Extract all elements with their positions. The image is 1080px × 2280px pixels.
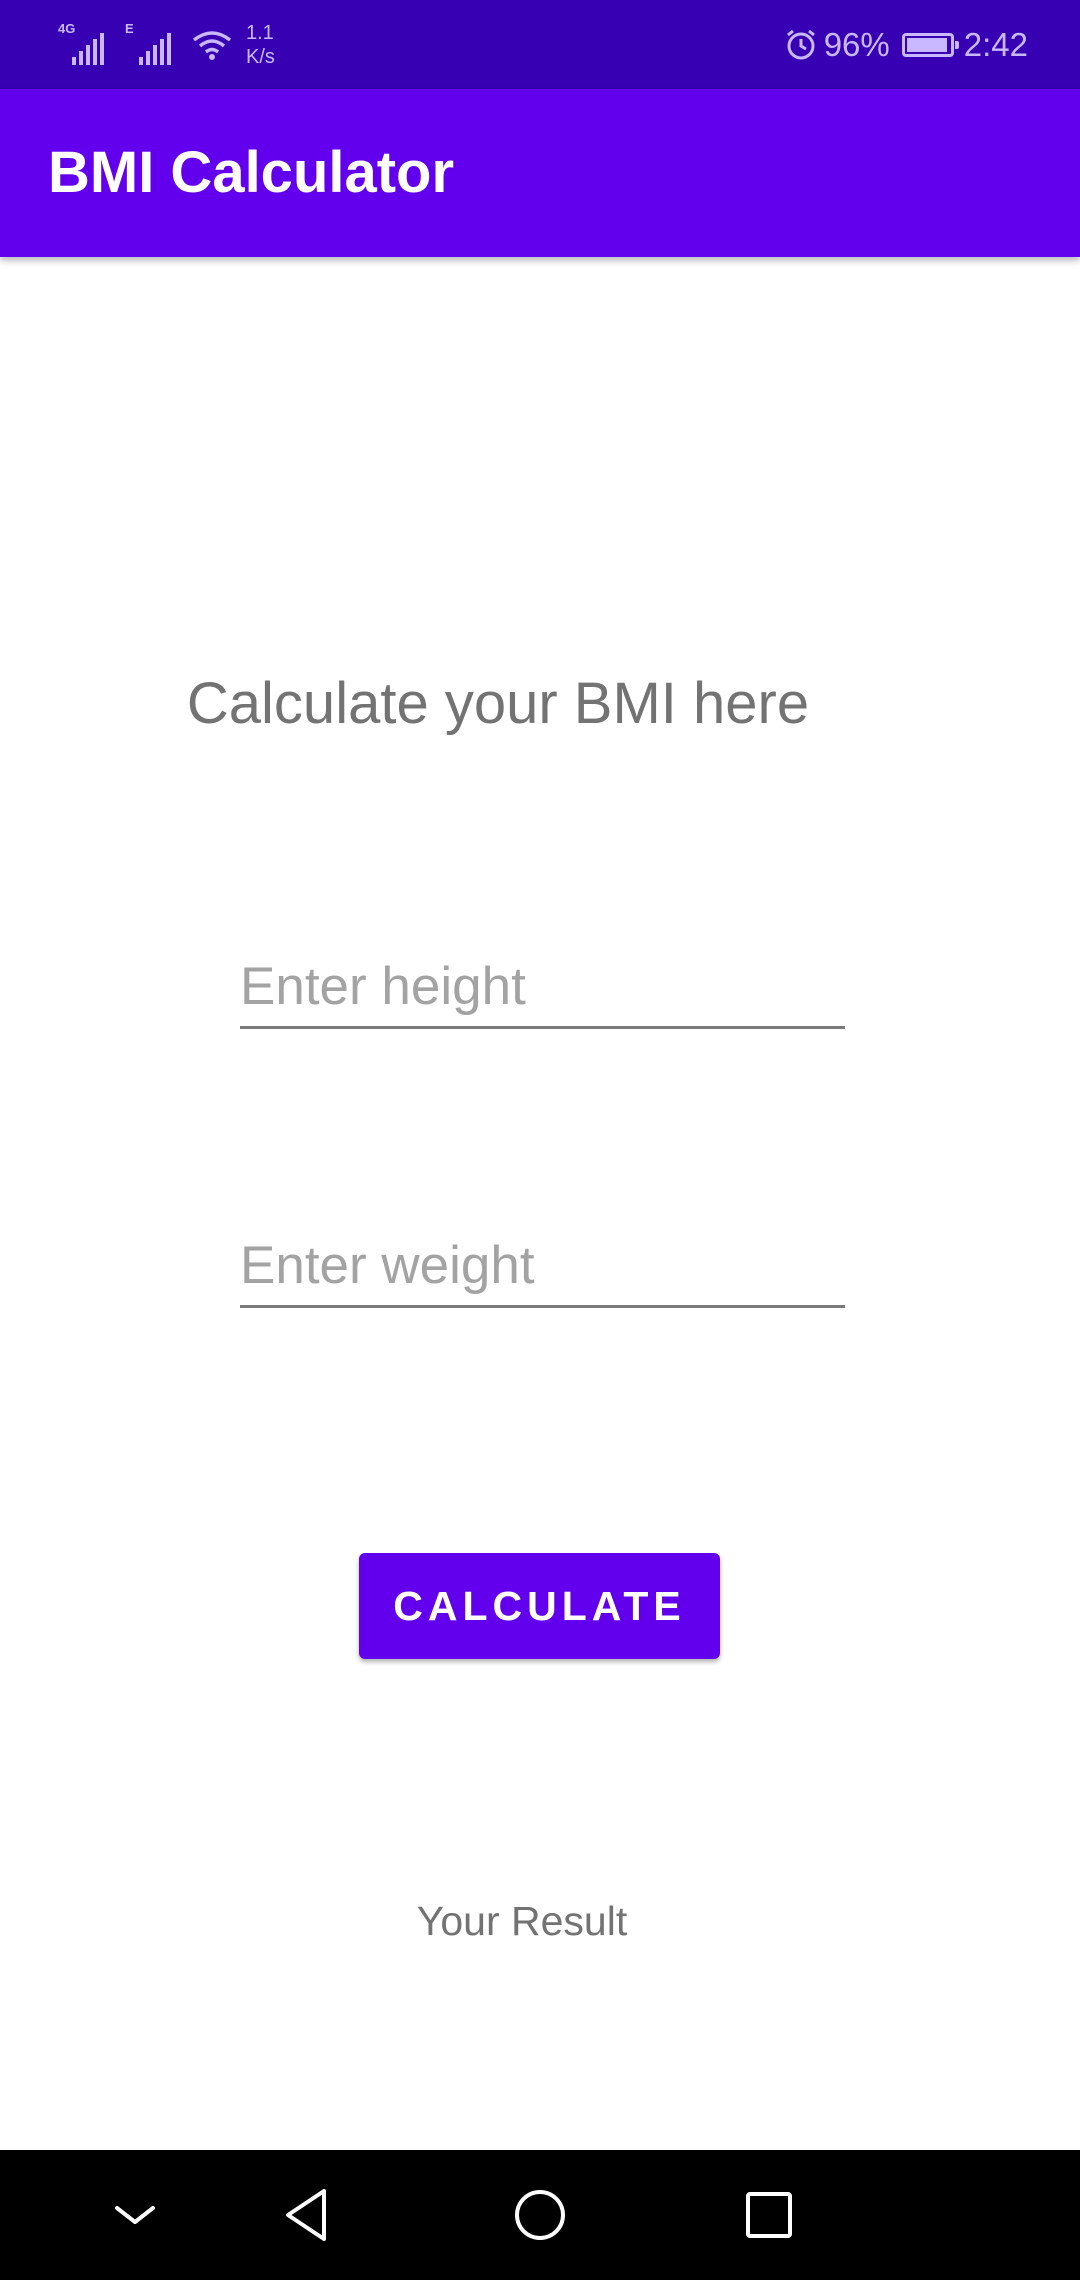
app-title: BMI Calculator <box>48 140 455 205</box>
battery-percent: 96% <box>823 26 890 63</box>
network-speed-value: 1.1 <box>246 22 274 44</box>
signal-icon-2: E <box>125 21 174 65</box>
weight-input[interactable] <box>240 1225 845 1308</box>
screen: 4G E 1.1 K/s 96% 2:42 BMI Calculator Cal… <box>0 0 1080 2280</box>
battery-level <box>906 38 948 52</box>
calculate-button[interactable]: CALCULATE <box>359 1553 720 1659</box>
status-left: 4G E 1.1 K/s <box>58 18 275 72</box>
recents-icon[interactable] <box>729 2175 809 2255</box>
alarm-icon <box>786 29 815 60</box>
navigation-bar <box>0 2150 1080 2280</box>
height-input[interactable] <box>240 946 845 1029</box>
clock: 2:42 <box>963 26 1028 63</box>
battery-icon <box>901 33 959 57</box>
network-speed-unit: K/s <box>246 46 275 68</box>
signal-icon: 4G <box>58 21 107 65</box>
network-type-label: 4G <box>58 21 76 36</box>
home-icon[interactable] <box>500 2175 580 2255</box>
network-speed: 1.1 K/s <box>246 21 275 69</box>
wifi-icon <box>192 31 232 60</box>
page-heading: Calculate your BMI here <box>186 671 810 736</box>
chevron-down-icon[interactable] <box>95 2175 175 2255</box>
app-bar: BMI Calculator <box>0 89 1080 257</box>
result-text: Your Result <box>416 1898 628 1944</box>
status-bar: 4G E 1.1 K/s 96% 2:42 <box>0 0 1080 89</box>
network-type-label-2: E <box>125 21 134 36</box>
back-icon[interactable] <box>268 2175 348 2255</box>
status-right: 96% 2:42 <box>784 18 1028 72</box>
